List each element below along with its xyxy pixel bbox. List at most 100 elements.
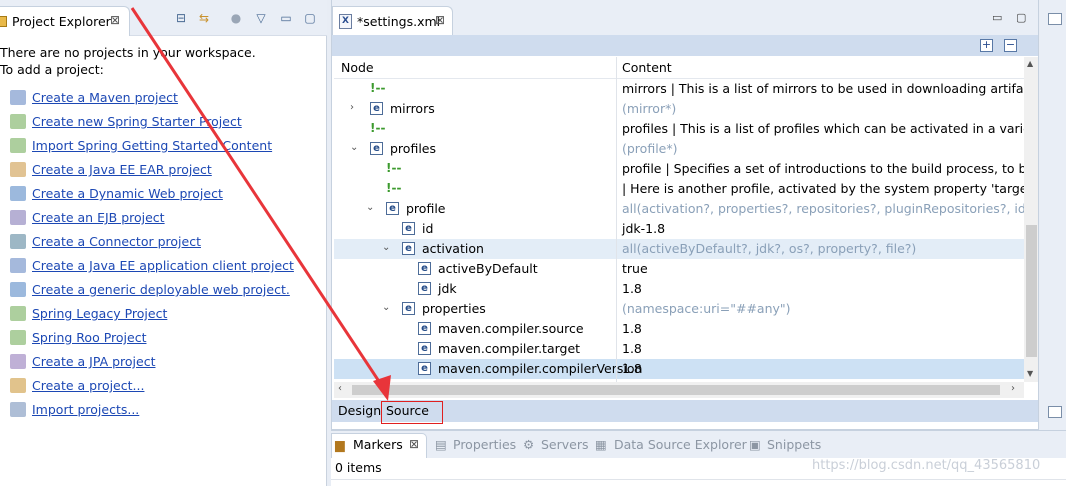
project-link[interactable]: Create a project... bbox=[32, 377, 144, 394]
element-icon: e bbox=[418, 342, 431, 355]
scroll-up-icon[interactable]: ▲ bbox=[1027, 59, 1033, 68]
link-with-editor-icon[interactable]: ⇆ bbox=[196, 11, 212, 25]
tab-data-source-explorer[interactable]: Data Source Explorer bbox=[614, 437, 747, 452]
horizontal-scrollbar[interactable]: ‹ › bbox=[334, 382, 1024, 398]
tab-snippets[interactable]: Snippets bbox=[767, 437, 821, 452]
project-link[interactable]: Create new Spring Starter Project bbox=[32, 113, 242, 130]
node-name: maven.compiler.source bbox=[438, 321, 584, 336]
filter-icon[interactable]: ● bbox=[228, 11, 244, 25]
expand-icon[interactable]: › bbox=[350, 102, 354, 113]
design-tab[interactable]: Design bbox=[338, 403, 381, 418]
expand-all-icon[interactable]: + bbox=[980, 39, 993, 52]
table-row[interactable]: › e mirrors (mirror*) bbox=[334, 99, 1024, 119]
collapse-icon[interactable]: ⌄ bbox=[350, 142, 358, 153]
close-icon[interactable]: ⊠ bbox=[435, 13, 445, 27]
collapse-all-icon[interactable]: ⊟ bbox=[173, 11, 189, 25]
node-content[interactable]: (profile*) bbox=[622, 141, 678, 156]
horizontal-scroll-thumb[interactable] bbox=[352, 385, 1000, 395]
project-link[interactable]: Spring Legacy Project bbox=[32, 305, 167, 322]
project-link[interactable]: Create a Dynamic Web project bbox=[32, 185, 223, 202]
project-link[interactable]: Create a Maven project bbox=[32, 89, 178, 106]
project-link[interactable]: Create a generic deployable web project. bbox=[32, 281, 290, 298]
node-content[interactable]: 1.8 bbox=[622, 341, 642, 356]
scroll-left-icon[interactable]: ‹ bbox=[338, 383, 342, 394]
table-row[interactable]: e jdk 1.8 bbox=[334, 279, 1024, 299]
message-line-1: There are no projects in your workspace. bbox=[0, 45, 256, 60]
node-content[interactable]: mirrors | This is a list of mirrors to b… bbox=[622, 81, 1024, 96]
vertical-scrollbar[interactable]: ▲ ▼ bbox=[1024, 57, 1038, 382]
folder-icon bbox=[0, 16, 7, 27]
editor-tabbar: X *settings.xml ⊠ ▭ ▢ bbox=[332, 0, 1038, 35]
minimize-icon[interactable]: ▭ bbox=[278, 11, 294, 25]
node-content[interactable]: 1.8 bbox=[622, 281, 642, 296]
project-link[interactable]: Import Spring Getting Started Content bbox=[32, 137, 272, 154]
table-row[interactable]: e maven.compiler.source 1.8 bbox=[334, 319, 1024, 339]
restore-icon[interactable] bbox=[1048, 406, 1062, 418]
scroll-right-icon[interactable]: › bbox=[1011, 383, 1015, 394]
tab-servers[interactable]: Servers bbox=[541, 437, 589, 452]
node-column-header[interactable]: Node bbox=[341, 60, 374, 75]
table-row[interactable]: e maven.compiler.compilerVersion 1.8 bbox=[334, 359, 1024, 379]
node-content[interactable]: profiles | This is a list of profiles wh… bbox=[622, 121, 1024, 136]
outline-icon[interactable] bbox=[1048, 13, 1062, 25]
table-row[interactable]: e id jdk-1.8 bbox=[334, 219, 1024, 239]
editor-tab-title: *settings.xml bbox=[357, 14, 441, 29]
view-menu-icon[interactable]: ▽ bbox=[253, 11, 269, 25]
node-content[interactable]: (namespace:uri="##any") bbox=[622, 301, 791, 316]
minimize-icon[interactable]: ▭ bbox=[992, 11, 1002, 24]
node-content[interactable]: all(activeByDefault?, jdk?, os?, propert… bbox=[622, 241, 916, 256]
project-link[interactable]: Create a Java EE application client proj… bbox=[32, 257, 294, 274]
servers-icon: ⚙ bbox=[523, 437, 535, 452]
node-content[interactable]: | Here is another profile, activated by … bbox=[622, 181, 1024, 196]
maximize-icon[interactable]: ▢ bbox=[302, 11, 318, 25]
scroll-down-icon[interactable]: ▼ bbox=[1027, 369, 1033, 378]
close-icon[interactable]: ⊠ bbox=[110, 13, 120, 27]
table-row[interactable]: ⌄ e activation all(activeByDefault?, jdk?, … bbox=[334, 239, 1024, 259]
node-content[interactable]: (mirror*) bbox=[622, 101, 676, 116]
table-row[interactable]: !-- profile | Specifies a set of introduc… bbox=[334, 159, 1024, 179]
node-content[interactable]: true bbox=[622, 261, 648, 276]
collapse-all-icon[interactable]: − bbox=[1004, 39, 1017, 52]
node-content[interactable]: profile | Specifies a set of introductio… bbox=[622, 161, 1024, 176]
project-link[interactable]: Create an EJB project bbox=[32, 209, 165, 226]
spring-import-icon bbox=[10, 138, 26, 153]
node-content[interactable]: jdk-1.8 bbox=[622, 221, 665, 236]
collapse-icon[interactable]: ⌄ bbox=[382, 242, 390, 253]
table-row[interactable]: ⌄ e properties (namespace:uri="##any") bbox=[334, 299, 1024, 319]
column-divider[interactable] bbox=[616, 57, 617, 382]
project-link[interactable]: Create a Java EE EAR project bbox=[32, 161, 212, 178]
element-icon: e bbox=[402, 302, 415, 315]
node-name: properties bbox=[422, 301, 486, 316]
project-link[interactable]: Create a Connector project bbox=[32, 233, 201, 250]
maximize-icon[interactable]: ▢ bbox=[1016, 11, 1026, 24]
table-row[interactable]: e activeByDefault true bbox=[334, 259, 1024, 279]
node-content[interactable]: 1.8 bbox=[622, 361, 642, 376]
table-row[interactable]: ⌄ e profiles (profile*) bbox=[334, 139, 1024, 159]
tab-markers[interactable]: Markers bbox=[353, 437, 403, 452]
project-link[interactable]: Spring Roo Project bbox=[32, 329, 146, 346]
node-content[interactable]: all(activation?, properties?, repositori… bbox=[622, 201, 1024, 216]
jpa-icon bbox=[10, 354, 26, 369]
table-row[interactable]: ⌄ e profile all(activation?, properties?, r… bbox=[334, 199, 1024, 219]
snippets-icon: ▣ bbox=[749, 437, 761, 452]
element-icon: e bbox=[402, 242, 415, 255]
table-row[interactable]: !-- | Here is another profile, activated… bbox=[334, 179, 1024, 199]
collapse-icon[interactable]: ⌄ bbox=[382, 302, 390, 313]
tab-properties[interactable]: Properties bbox=[453, 437, 516, 452]
project-explorer-tab[interactable]: Project Explorer ⊠ bbox=[0, 6, 130, 36]
content-column-header[interactable]: Content bbox=[622, 60, 672, 75]
vertical-scroll-thumb[interactable] bbox=[1026, 225, 1037, 357]
table-row[interactable]: e maven.compiler.target 1.8 bbox=[334, 339, 1024, 359]
project-link[interactable]: Import projects... bbox=[32, 401, 139, 418]
close-icon[interactable]: ⊠ bbox=[409, 437, 419, 451]
project-link[interactable]: Create a JPA project bbox=[32, 353, 155, 370]
import-icon bbox=[10, 402, 26, 417]
element-icon: e bbox=[386, 202, 399, 215]
collapse-icon[interactable]: ⌄ bbox=[366, 202, 374, 213]
settings-xml-tab[interactable]: X *settings.xml ⊠ bbox=[332, 6, 453, 35]
table-row[interactable]: !-- profiles | This is a list of profiles… bbox=[334, 119, 1024, 139]
table-row[interactable]: !-- mirrors | This is a list of mirrors t… bbox=[334, 79, 1024, 99]
node-name: jdk bbox=[438, 281, 457, 296]
node-content[interactable]: 1.8 bbox=[622, 321, 642, 336]
project-explorer-view: Project Explorer ⊠ ⊟ ⇆ ● ▽ ▭ ▢ There are… bbox=[0, 0, 327, 486]
